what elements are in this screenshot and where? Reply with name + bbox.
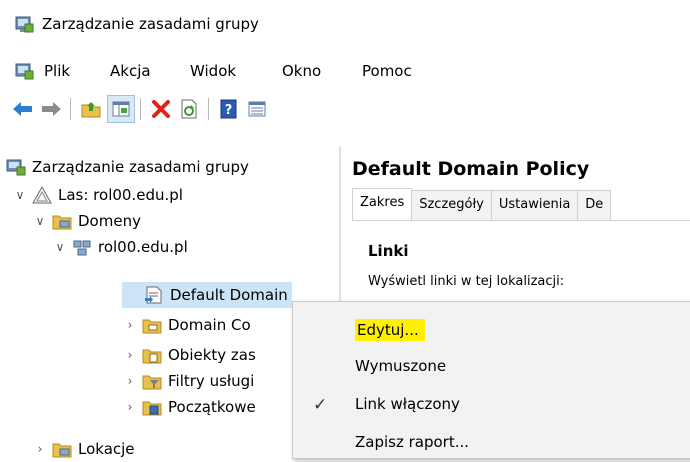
back-arrow-icon xyxy=(13,102,32,116)
context-item-label: Edytuj... xyxy=(355,319,425,341)
tab-delegowanie[interactable]: De xyxy=(577,190,612,220)
menu-widok[interactable]: Widok xyxy=(190,58,236,84)
delete-button[interactable] xyxy=(148,96,174,122)
context-item-edit[interactable]: Edytuj... xyxy=(293,310,690,348)
links-description: Wyświetl linki w tej lokalizacji: xyxy=(368,274,565,289)
tree-node-label: Początkowe xyxy=(168,398,256,416)
wmi-filter-folder-icon xyxy=(142,372,162,390)
delete-icon xyxy=(152,100,170,118)
toolbar-separator xyxy=(140,98,141,120)
help-button[interactable]: ? xyxy=(216,96,242,122)
panel-title: Default Domain Policy xyxy=(352,158,590,180)
title-bar: Zarządzanie zasadami grupy xyxy=(0,0,690,52)
forward-arrow-icon xyxy=(42,102,61,116)
tree-node-domains[interactable]: ∨ Domeny xyxy=(32,208,141,234)
tree-node-label: Zarządzanie zasadami grupy xyxy=(32,158,249,176)
tree-node-label: Lokacje xyxy=(78,440,135,458)
properties-icon xyxy=(248,101,266,117)
menu-okno[interactable]: Okno xyxy=(282,58,321,84)
tree-node-label: rol00.edu.pl xyxy=(98,238,188,256)
menu-plik[interactable]: Plik xyxy=(44,58,70,84)
gpmc-app-icon xyxy=(15,16,34,33)
tree-node-label: Las: rol00.edu.pl xyxy=(58,186,183,204)
toolbar-separator xyxy=(208,98,209,120)
console-tree: Zarządzanie zasadami grupy ∨ Las: rol00.… xyxy=(0,146,340,458)
tab-strip: Zakres Szczegóły Ustawienia De xyxy=(352,188,690,221)
tree-node-default-domain-policy[interactable]: Default Domain xyxy=(122,282,292,308)
tree-node-forest[interactable]: ∨ Las: rol00.edu.pl xyxy=(12,182,183,208)
tab-zakres[interactable]: Zakres xyxy=(352,188,413,220)
gpmc-app-icon xyxy=(6,158,26,176)
expanded-chevron-icon[interactable]: ∨ xyxy=(32,214,48,228)
svg-text:?: ? xyxy=(225,103,233,118)
tree-node-label: Obiekty zas xyxy=(168,346,256,364)
checkmark-icon: ✓ xyxy=(313,395,328,415)
menu-akcja[interactable]: Akcja xyxy=(110,58,151,84)
ou-folder-icon xyxy=(142,316,162,334)
tree-node-domain[interactable]: ∨ rol00.edu.pl xyxy=(52,234,188,260)
links-heading: Linki xyxy=(368,242,409,260)
tree-node-label: Domeny xyxy=(78,212,141,230)
tree-node-wmi-filters[interactable]: › Filtry usługi xyxy=(122,368,255,394)
system-menu-icon[interactable] xyxy=(14,61,34,81)
menu-bar: Plik Akcja Widok Okno Pomoc xyxy=(0,58,690,86)
context-item-save-report[interactable]: Zapisz raport... xyxy=(293,424,690,462)
toolbar: ? xyxy=(0,94,690,126)
collapsed-chevron-icon[interactable]: › xyxy=(32,442,48,456)
refresh-button[interactable] xyxy=(176,96,202,122)
show-hide-console-tree-icon xyxy=(112,101,130,117)
tree-node-label: Default Domain xyxy=(170,286,288,304)
menu-pomoc[interactable]: Pomoc xyxy=(362,58,412,84)
context-item-enforced[interactable]: Wymuszone xyxy=(293,348,690,386)
forward-button[interactable] xyxy=(38,96,64,122)
context-item-label: Link włączony xyxy=(355,395,460,413)
collapsed-chevron-icon[interactable]: › xyxy=(122,318,138,332)
context-item-link-enabled[interactable]: ✓ Link włączony xyxy=(293,386,690,424)
expanded-chevron-icon[interactable]: ∨ xyxy=(12,188,28,202)
domain-icon xyxy=(72,238,92,256)
gpo-link-icon xyxy=(144,286,164,304)
window-title: Zarządzanie zasadami grupy xyxy=(42,15,259,33)
collapsed-chevron-icon[interactable]: › xyxy=(122,348,138,362)
back-button[interactable] xyxy=(10,96,36,122)
tree-node-starter-gpos[interactable]: › Początkowe xyxy=(122,394,256,420)
tab-szczegoly[interactable]: Szczegóły xyxy=(411,190,492,220)
properties-button[interactable] xyxy=(244,96,270,122)
domains-folder-icon xyxy=(52,212,72,230)
tree-node-label: Domain Co xyxy=(168,316,251,334)
collapsed-chevron-icon[interactable]: › xyxy=(122,400,138,414)
collapsed-chevron-icon[interactable]: › xyxy=(122,374,138,388)
toolbar-separator xyxy=(70,98,71,120)
up-one-level-button[interactable] xyxy=(78,96,104,122)
tree-node-gpo-objects[interactable]: › Obiekty zas xyxy=(122,342,256,368)
tab-ustawienia[interactable]: Ustawienia xyxy=(490,190,579,220)
refresh-icon xyxy=(181,99,197,119)
tree-node-label: Filtry usługi xyxy=(168,372,255,390)
context-menu: Edytuj... Wymuszone ✓ Link włączony Zapi… xyxy=(292,301,690,459)
sites-folder-icon xyxy=(52,440,72,458)
forest-icon xyxy=(32,185,52,204)
show-hide-console-tree-button[interactable] xyxy=(107,95,135,123)
tree-node-domain-controllers[interactable]: › Domain Co xyxy=(122,312,251,338)
help-icon: ? xyxy=(220,99,237,119)
context-item-label: Zapisz raport... xyxy=(355,433,470,451)
tree-node-sites[interactable]: › Lokacje xyxy=(32,436,135,462)
up-folder-icon xyxy=(81,102,101,118)
context-item-label: Wymuszone xyxy=(355,357,447,375)
expanded-chevron-icon[interactable]: ∨ xyxy=(52,240,68,254)
starter-gpo-folder-icon xyxy=(142,398,162,416)
gpo-folder-icon xyxy=(142,346,162,364)
tree-node-root[interactable]: Zarządzanie zasadami grupy xyxy=(6,154,249,180)
